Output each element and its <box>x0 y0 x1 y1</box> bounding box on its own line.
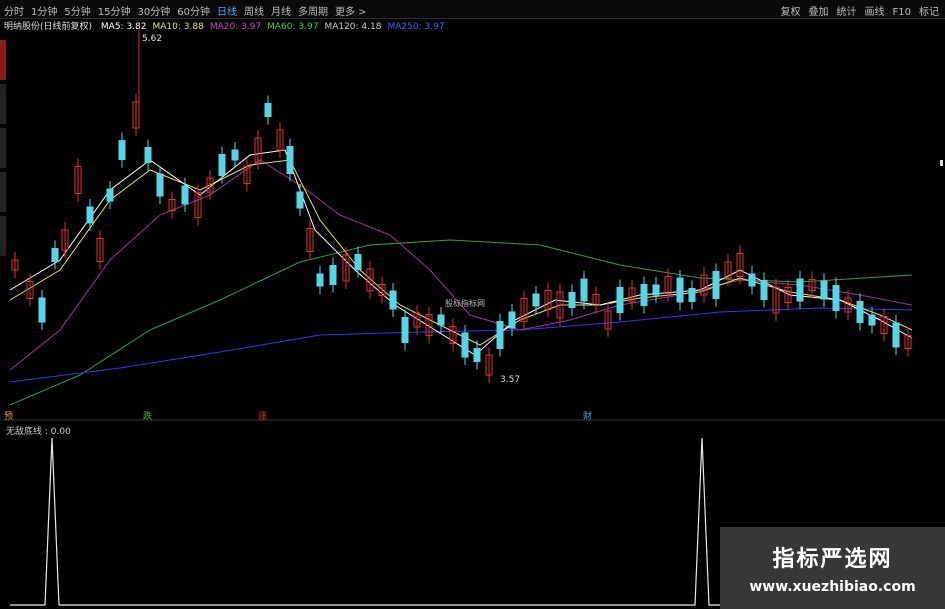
indicator-line <box>10 437 720 606</box>
high-price-label: 5.62 <box>142 34 162 44</box>
candle-body <box>316 273 324 287</box>
candle-body <box>496 321 504 349</box>
candle-body <box>688 288 696 302</box>
candle-body <box>760 280 768 300</box>
candle-body <box>796 278 804 302</box>
site-watermark: 指标严选网 www.xuezhibiao.com <box>720 527 945 609</box>
marker-die: 跌 <box>143 411 152 422</box>
candle-body <box>329 265 337 285</box>
candle-body <box>832 285 840 311</box>
candle-body <box>640 284 648 306</box>
ma250-line <box>9 307 913 383</box>
sub-chart-title: 无敌底线 : 0.00 <box>6 427 71 437</box>
candle-body <box>389 290 397 310</box>
candle-body <box>296 191 304 209</box>
candle-body <box>712 271 720 299</box>
marker-zhang: 涨 <box>258 411 267 422</box>
candle-body <box>856 301 864 323</box>
candle-body <box>652 284 660 296</box>
candle-body <box>218 154 226 176</box>
marker-yu: 预 <box>4 411 13 422</box>
candle-body <box>38 297 46 323</box>
candle-body <box>461 332 469 358</box>
candle-body <box>580 278 588 302</box>
ma10-line <box>9 159 913 346</box>
watermark-url: www.xuezhibiao.com <box>749 579 916 595</box>
candle-body <box>437 314 445 326</box>
candle-body <box>568 292 576 308</box>
candle-body <box>286 146 294 174</box>
candle-body <box>118 140 126 160</box>
candle-body <box>51 248 59 262</box>
candle-body <box>106 188 114 202</box>
marker-cai: 财 <box>583 410 592 422</box>
ma20-line <box>9 159 913 371</box>
candle-body <box>86 206 94 224</box>
candle-body <box>144 147 152 163</box>
candle-body <box>354 254 362 270</box>
kline-chart[interactable]: 5.62 3.57 股标指标网 预 跌 涨 财 <box>0 0 945 609</box>
low-price-label: 3.57 <box>500 375 520 385</box>
candle-body <box>676 277 684 303</box>
ma60-line <box>9 239 913 406</box>
candle-body <box>231 149 239 161</box>
candle-body <box>820 280 828 300</box>
candle-body <box>264 103 272 117</box>
scroll-indicator[interactable] <box>940 160 943 166</box>
candle-body <box>401 317 409 343</box>
candle-body <box>616 287 624 313</box>
candle-body <box>181 185 189 205</box>
ma5-line <box>9 149 913 356</box>
candle-body <box>532 293 540 307</box>
candle-body <box>868 314 876 326</box>
candle-body <box>508 311 516 329</box>
candle-body <box>156 173 164 197</box>
candle-body <box>473 348 481 362</box>
candle-body <box>748 273 756 287</box>
candle-body <box>892 322 900 348</box>
watermark-cn: 指标严选网 <box>772 547 893 572</box>
chart-watermark-text: 股标指标网 <box>445 298 485 308</box>
